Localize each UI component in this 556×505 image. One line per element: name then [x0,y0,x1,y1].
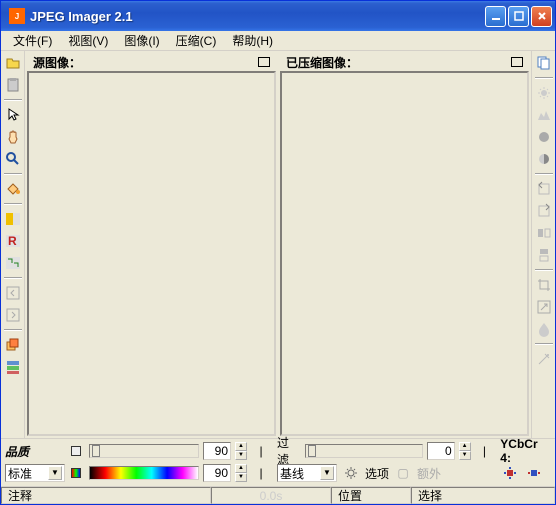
bottom-bar: 品质 标准 ▼ 90 ▲▼ | 90 ▲▼ | [1,438,555,486]
pointer-icon[interactable] [3,105,23,125]
svg-text:R: R [8,235,17,247]
source-panel: 源图像： [27,53,276,436]
gear-icon[interactable] [341,464,361,482]
compressed-panel-label: 已压缩图像： [286,54,358,71]
levels-icon[interactable] [534,105,554,125]
quality-value[interactable]: 90 [203,442,231,460]
wand-icon[interactable] [534,349,554,369]
status-comment: 注释 [1,487,211,504]
menubar: 文件(F) 视图(V) 图像(I) 压缩(C) 帮助(H) [1,31,555,51]
baseline-combo-value: 基线 [280,465,304,482]
compressed-panel: 已压缩图像： [280,53,529,436]
sampling1-icon[interactable] [500,464,520,482]
menu-help[interactable]: 帮助(H) [224,30,281,51]
filter-up-icon[interactable]: ▲ [459,442,471,451]
nav-left-icon[interactable] [3,283,23,303]
mode3-icon[interactable] [3,253,23,273]
menu-compress[interactable]: 压缩(C) [168,30,225,51]
filter-slider[interactable] [305,444,423,458]
secondary-down-icon[interactable]: ▼ [235,473,247,482]
statusbar: 注释 0.0s 位置 选择 [1,486,555,504]
extra-icon[interactable]: ▢ [393,464,413,482]
drop-icon[interactable] [534,319,554,339]
close-button[interactable] [531,6,552,27]
open-icon[interactable] [3,53,23,73]
secondary-up-icon[interactable]: ▲ [235,464,247,473]
stack-icon[interactable] [3,357,23,377]
app-icon: J [9,8,25,24]
color-preview-icon [71,468,81,478]
baseline-combo[interactable]: 基线 ▼ [277,464,337,482]
chevron-down-icon[interactable]: ▼ [48,466,62,480]
source-panel-body[interactable] [27,71,276,436]
quality-up-icon[interactable]: ▲ [235,442,247,451]
circle-icon[interactable] [534,127,554,147]
status-selection: 选择 [411,487,555,504]
source-panel-box-icon[interactable] [258,57,270,67]
panels-container: 源图像： 已压缩图像： [25,51,531,438]
menu-image[interactable]: 图像(I) [116,30,167,51]
hand-icon[interactable] [3,127,23,147]
quality-preview-icon [71,446,81,456]
menu-file[interactable]: 文件(F) [5,30,60,51]
ycbcr-label: YCbCr 4: [500,437,551,465]
nav-right-icon[interactable] [3,305,23,325]
quality-slider[interactable] [89,444,199,458]
compressed-panel-box-icon[interactable] [511,57,523,67]
menu-view[interactable]: 视图(V) [60,30,116,51]
standard-combo-value: 标准 [8,465,32,482]
left-toolbar: R [1,51,25,438]
layers-icon[interactable] [3,335,23,355]
minimize-button[interactable] [485,6,506,27]
resize-icon[interactable] [534,297,554,317]
compressed-panel-header: 已压缩图像： [280,53,529,71]
titlebar[interactable]: J JPEG Imager 2.1 [1,1,555,31]
rotate-right-icon[interactable] [534,201,554,221]
quality-opts-icon[interactable]: | [251,442,271,460]
rotate-left-icon[interactable] [534,179,554,199]
fill-icon[interactable] [3,179,23,199]
maximize-button[interactable] [508,6,529,27]
quality-down-icon[interactable]: ▼ [235,451,247,460]
options-label[interactable]: 选项 [365,465,389,482]
source-panel-header: 源图像： [27,53,276,71]
right-toolbar [531,51,555,438]
filter-label: 过滤 [277,434,301,468]
color-slider[interactable] [89,466,199,480]
zoom-icon[interactable] [3,149,23,169]
flip-v-icon[interactable] [534,245,554,265]
copy-icon[interactable] [534,53,554,73]
standard-combo[interactable]: 标准 ▼ [5,464,65,482]
quality-label: 品质 [5,443,45,460]
filter-opts-icon[interactable]: | [475,442,495,460]
mode1-icon[interactable] [3,209,23,229]
app-window: J JPEG Imager 2.1 文件(F) 视图(V) 图像(I) 压缩(C… [0,0,556,505]
title-text: JPEG Imager 2.1 [30,9,485,24]
filter-down-icon[interactable]: ▼ [459,451,471,460]
secondary-opts-icon[interactable]: | [251,464,271,482]
crop-icon[interactable] [534,275,554,295]
secondary-value[interactable]: 90 [203,464,231,482]
compressed-panel-body[interactable] [280,71,529,436]
content-area: R 源图像： 已压缩图像： [1,51,555,438]
chevron-down-icon[interactable]: ▼ [320,466,334,480]
mode2-icon[interactable]: R [3,231,23,251]
flip-h-icon[interactable] [534,223,554,243]
status-time: 0.0s [211,487,331,504]
paste-icon[interactable] [3,75,23,95]
source-panel-label: 源图像： [33,54,81,71]
contrast-icon[interactable] [534,149,554,169]
brightness-icon[interactable] [534,83,554,103]
extra-label: 额外 [417,465,441,482]
filter-value[interactable]: 0 [427,442,455,460]
sampling2-icon[interactable] [524,464,544,482]
status-position: 位置 [331,487,411,504]
